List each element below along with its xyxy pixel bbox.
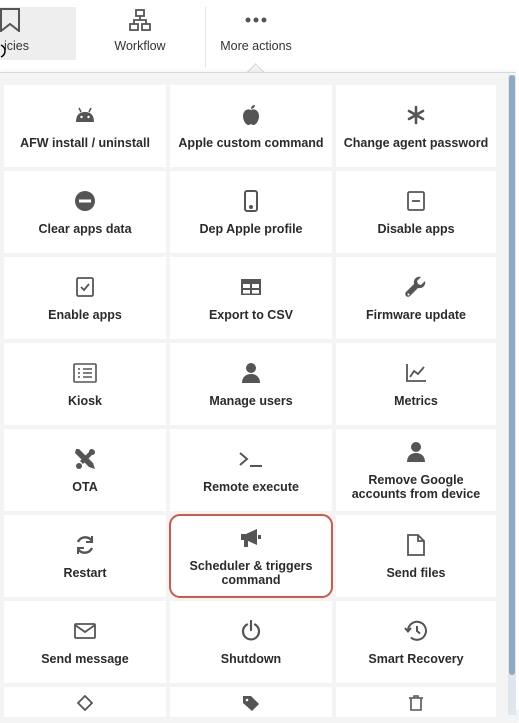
tools-icon xyxy=(73,446,97,472)
action-partial-1[interactable] xyxy=(4,687,166,717)
action-change-agent-password[interactable]: Change agent password xyxy=(336,85,496,167)
action-label: Disable apps xyxy=(377,222,455,236)
actions-grid: AFW install / uninstall Apple custom com… xyxy=(4,85,496,717)
toolbar-more-actions-label: More actions xyxy=(220,39,292,53)
action-label: Smart Recovery xyxy=(368,652,464,666)
action-dep-apple-profile[interactable]: Dep Apple profile xyxy=(170,171,332,253)
action-label: Remove Google accounts from device xyxy=(351,473,481,501)
megaphone-icon xyxy=(239,525,263,551)
toolbar-workflow-label: Workflow xyxy=(114,39,166,53)
action-shutdown[interactable]: Shutdown xyxy=(170,601,332,683)
ellipsis-icon xyxy=(245,7,267,33)
toolbar-policies-button[interactable]: icies xyxy=(0,7,76,60)
file-icon xyxy=(407,532,425,558)
action-label: Remote execute xyxy=(203,480,299,494)
minus-circle-icon xyxy=(74,188,96,214)
action-clear-apps-data[interactable]: Clear apps data xyxy=(4,171,166,253)
list-icon xyxy=(73,360,97,386)
more-actions-panel: AFW install / uninstall Apple custom com… xyxy=(0,72,516,723)
action-scheduler-triggers-command[interactable]: Scheduler & triggers command xyxy=(169,514,333,598)
action-label: Scheduler & triggers command xyxy=(189,559,313,587)
action-label: Change agent password xyxy=(343,136,489,150)
action-label: Send message xyxy=(41,652,129,666)
scrollbar[interactable] xyxy=(508,75,516,715)
user-icon xyxy=(241,360,261,386)
apple-icon xyxy=(242,102,260,128)
action-remove-google-accounts[interactable]: Remove Google accounts from device xyxy=(336,429,496,511)
wrench-icon xyxy=(405,274,427,300)
asterisk-icon xyxy=(406,102,426,128)
action-label: Apple custom command xyxy=(178,136,324,150)
minus-square-icon xyxy=(407,188,425,214)
toolbar-policies-label: icies xyxy=(4,39,30,53)
action-label: Clear apps data xyxy=(38,222,132,236)
action-partial-3[interactable] xyxy=(336,687,496,717)
action-manage-users[interactable]: Manage users xyxy=(170,343,332,425)
terminal-icon xyxy=(238,446,264,472)
trash-icon xyxy=(408,695,424,711)
action-disable-apps[interactable]: Disable apps xyxy=(336,171,496,253)
action-label: Firmware update xyxy=(365,308,467,322)
diamond-icon xyxy=(77,695,93,711)
workflow-icon xyxy=(128,7,152,33)
action-smart-recovery[interactable]: Smart Recovery xyxy=(336,601,496,683)
toolbar: icies Workflow More actions xyxy=(0,0,519,72)
action-partial-2[interactable] xyxy=(170,687,332,717)
action-label: Send files xyxy=(386,566,446,580)
action-send-files[interactable]: Send files xyxy=(336,515,496,597)
action-label: AFW install / uninstall xyxy=(20,136,150,150)
toolbar-more-actions-button[interactable]: More actions xyxy=(206,7,306,60)
action-label: Manage users xyxy=(209,394,293,408)
action-label: Restart xyxy=(63,566,107,580)
power-icon xyxy=(240,618,262,644)
action-label: OTA xyxy=(72,480,98,494)
action-apple-custom-command[interactable]: Apple custom command xyxy=(170,85,332,167)
bookmark-icon xyxy=(0,7,20,33)
action-label: Shutdown xyxy=(220,652,282,666)
action-afw-install-uninstall[interactable]: AFW install / uninstall xyxy=(4,85,166,167)
action-enable-apps[interactable]: Enable apps xyxy=(4,257,166,339)
action-restart[interactable]: Restart xyxy=(4,515,166,597)
history-icon xyxy=(404,618,428,644)
action-remote-execute[interactable]: Remote execute xyxy=(170,429,332,511)
action-kiosk[interactable]: Kiosk xyxy=(4,343,166,425)
tag-icon xyxy=(242,695,260,711)
mobile-icon xyxy=(244,188,258,214)
action-send-message[interactable]: Send message xyxy=(4,601,166,683)
action-firmware-update[interactable]: Firmware update xyxy=(336,257,496,339)
scrollbar-thumb[interactable] xyxy=(509,75,515,675)
check-square-icon xyxy=(76,274,94,300)
action-label: Dep Apple profile xyxy=(199,222,303,236)
refresh-icon xyxy=(74,532,96,558)
envelope-icon xyxy=(74,618,96,644)
user-icon xyxy=(406,439,426,465)
action-ota[interactable]: OTA xyxy=(4,429,166,511)
action-label: Enable apps xyxy=(48,308,122,322)
action-export-to-csv[interactable]: Export to CSV xyxy=(170,257,332,339)
toolbar-workflow-button[interactable]: Workflow xyxy=(92,7,188,60)
line-chart-icon xyxy=(405,360,427,386)
cursor-icon xyxy=(0,44,6,58)
action-metrics[interactable]: Metrics xyxy=(336,343,496,425)
action-label: Metrics xyxy=(394,394,438,408)
table-icon xyxy=(240,274,262,300)
action-label: Kiosk xyxy=(67,394,103,408)
android-icon xyxy=(74,102,96,128)
action-label: Export to CSV xyxy=(208,308,294,322)
